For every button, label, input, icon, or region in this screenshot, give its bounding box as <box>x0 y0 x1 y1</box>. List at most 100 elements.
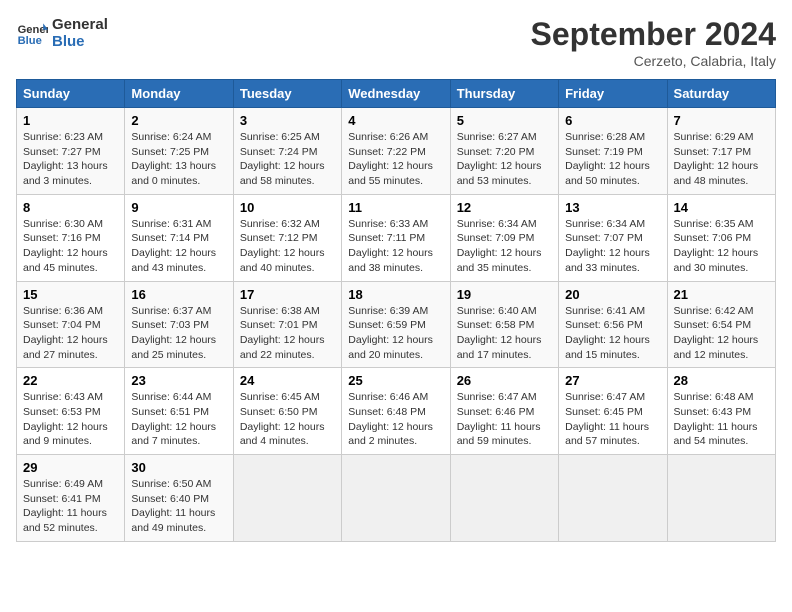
logo-icon: General Blue <box>16 17 48 49</box>
col-header-friday: Friday <box>559 80 667 108</box>
day-number: 5 <box>457 113 552 128</box>
col-header-thursday: Thursday <box>450 80 558 108</box>
day-detail: Sunrise: 6:33 AMSunset: 7:11 PMDaylight:… <box>348 217 443 276</box>
day-number: 16 <box>131 287 226 302</box>
day-detail: Sunrise: 6:38 AMSunset: 7:01 PMDaylight:… <box>240 304 335 363</box>
day-number: 27 <box>565 373 660 388</box>
day-number: 7 <box>674 113 769 128</box>
day-number: 26 <box>457 373 552 388</box>
calendar-cell: 2 Sunrise: 6:24 AMSunset: 7:25 PMDaylight… <box>125 108 233 195</box>
calendar-cell: 16Sunrise: 6:37 AMSunset: 7:03 PMDayligh… <box>125 281 233 368</box>
calendar-cell: 17 Sunrise: 6:38 AMSunset: 7:01 PMDayligh… <box>233 281 341 368</box>
day-number: 23 <box>131 373 226 388</box>
calendar-cell: 21 Sunrise: 6:42 AMSunset: 6:54 PMDayligh… <box>667 281 775 368</box>
calendar-cell <box>559 455 667 542</box>
calendar-cell: 6Sunrise: 6:28 AMSunset: 7:19 PMDaylight… <box>559 108 667 195</box>
day-detail: Sunrise: 6:29 AMSunset: 7:17 PMDaylight:… <box>674 130 769 189</box>
week-row: 1 Sunrise: 6:23 AMSunset: 7:27 PMDaylight… <box>17 108 776 195</box>
day-number: 15 <box>23 287 118 302</box>
day-detail: Sunrise: 6:39 AMSunset: 6:59 PMDaylight:… <box>348 304 443 363</box>
col-header-monday: Monday <box>125 80 233 108</box>
calendar-table: SundayMondayTuesdayWednesdayThursdayFrid… <box>16 79 776 542</box>
calendar-cell <box>342 455 450 542</box>
calendar-cell: 11 Sunrise: 6:33 AMSunset: 7:11 PMDayligh… <box>342 194 450 281</box>
day-detail: Sunrise: 6:47 AMSunset: 6:46 PMDaylight:… <box>457 390 552 449</box>
calendar-cell: 26 Sunrise: 6:47 AMSunset: 6:46 PMDayligh… <box>450 368 558 455</box>
day-detail: Sunrise: 6:45 AMSunset: 6:50 PMDaylight:… <box>240 390 335 449</box>
day-number: 10 <box>240 200 335 215</box>
calendar-cell: 1 Sunrise: 6:23 AMSunset: 7:27 PMDaylight… <box>17 108 125 195</box>
day-detail: Sunrise: 6:41 AMSunset: 6:56 PMDaylight:… <box>565 304 660 363</box>
calendar-cell: 24 Sunrise: 6:45 AMSunset: 6:50 PMDayligh… <box>233 368 341 455</box>
calendar-cell: 20 Sunrise: 6:41 AMSunset: 6:56 PMDayligh… <box>559 281 667 368</box>
calendar-cell: 23 Sunrise: 6:44 AMSunset: 6:51 PMDayligh… <box>125 368 233 455</box>
day-number: 21 <box>674 287 769 302</box>
day-detail: Sunrise: 6:48 AMSunset: 6:43 PMDaylight:… <box>674 390 769 449</box>
day-number: 3 <box>240 113 335 128</box>
day-detail: Sunrise: 6:31 AMSunset: 7:14 PMDaylight:… <box>131 217 226 276</box>
logo-general: General <box>52 16 108 33</box>
col-header-wednesday: Wednesday <box>342 80 450 108</box>
day-number: 4 <box>348 113 443 128</box>
day-number: 17 <box>240 287 335 302</box>
day-number: 11 <box>348 200 443 215</box>
day-detail: Sunrise: 6:23 AMSunset: 7:27 PMDaylight:… <box>23 130 118 189</box>
day-number: 12 <box>457 200 552 215</box>
day-detail: Sunrise: 6:32 AMSunset: 7:12 PMDaylight:… <box>240 217 335 276</box>
day-detail: Sunrise: 6:42 AMSunset: 6:54 PMDaylight:… <box>674 304 769 363</box>
day-number: 9 <box>131 200 226 215</box>
day-number: 28 <box>674 373 769 388</box>
calendar-cell: 9 Sunrise: 6:31 AMSunset: 7:14 PMDaylight… <box>125 194 233 281</box>
day-detail: Sunrise: 6:43 AMSunset: 6:53 PMDaylight:… <box>23 390 118 449</box>
calendar-cell <box>233 455 341 542</box>
calendar-cell: 25Sunrise: 6:46 AMSunset: 6:48 PMDayligh… <box>342 368 450 455</box>
calendar-cell <box>667 455 775 542</box>
day-detail: Sunrise: 6:28 AMSunset: 7:19 PMDaylight:… <box>565 130 660 189</box>
location: Cerzeto, Calabria, Italy <box>531 53 776 69</box>
calendar-cell: 4 Sunrise: 6:26 AMSunset: 7:22 PMDaylight… <box>342 108 450 195</box>
week-row: 8Sunrise: 6:30 AMSunset: 7:16 PMDaylight… <box>17 194 776 281</box>
day-detail: Sunrise: 6:36 AMSunset: 7:04 PMDaylight:… <box>23 304 118 363</box>
calendar-cell: 28 Sunrise: 6:48 AMSunset: 6:43 PMDayligh… <box>667 368 775 455</box>
calendar-cell: 13Sunrise: 6:34 AMSunset: 7:07 PMDayligh… <box>559 194 667 281</box>
week-row: 15 Sunrise: 6:36 AMSunset: 7:04 PMDayligh… <box>17 281 776 368</box>
calendar-cell: 15 Sunrise: 6:36 AMSunset: 7:04 PMDayligh… <box>17 281 125 368</box>
day-number: 24 <box>240 373 335 388</box>
day-detail: Sunrise: 6:40 AMSunset: 6:58 PMDaylight:… <box>457 304 552 363</box>
page-header: General Blue General Blue September 2024… <box>16 16 776 69</box>
calendar-cell: 3Sunrise: 6:25 AMSunset: 7:24 PMDaylight… <box>233 108 341 195</box>
week-row: 22Sunrise: 6:43 AMSunset: 6:53 PMDayligh… <box>17 368 776 455</box>
calendar-cell: 7 Sunrise: 6:29 AMSunset: 7:17 PMDaylight… <box>667 108 775 195</box>
logo-blue: Blue <box>52 33 108 50</box>
day-detail: Sunrise: 6:24 AMSunset: 7:25 PMDaylight:… <box>131 130 226 189</box>
calendar-cell: 22Sunrise: 6:43 AMSunset: 6:53 PMDayligh… <box>17 368 125 455</box>
day-number: 1 <box>23 113 118 128</box>
calendar-cell: 14Sunrise: 6:35 AMSunset: 7:06 PMDayligh… <box>667 194 775 281</box>
header-row: SundayMondayTuesdayWednesdayThursdayFrid… <box>17 80 776 108</box>
day-number: 20 <box>565 287 660 302</box>
day-detail: Sunrise: 6:49 AMSunset: 6:41 PMDaylight:… <box>23 477 118 536</box>
day-number: 18 <box>348 287 443 302</box>
col-header-tuesday: Tuesday <box>233 80 341 108</box>
calendar-cell: 30 Sunrise: 6:50 AMSunset: 6:40 PMDayligh… <box>125 455 233 542</box>
day-number: 2 <box>131 113 226 128</box>
day-detail: Sunrise: 6:34 AMSunset: 7:07 PMDaylight:… <box>565 217 660 276</box>
day-detail: Sunrise: 6:44 AMSunset: 6:51 PMDaylight:… <box>131 390 226 449</box>
day-detail: Sunrise: 6:50 AMSunset: 6:40 PMDaylight:… <box>131 477 226 536</box>
day-detail: Sunrise: 6:26 AMSunset: 7:22 PMDaylight:… <box>348 130 443 189</box>
svg-text:Blue: Blue <box>18 35 42 47</box>
calendar-cell: 19 Sunrise: 6:40 AMSunset: 6:58 PMDayligh… <box>450 281 558 368</box>
day-number: 30 <box>131 460 226 475</box>
day-detail: Sunrise: 6:47 AMSunset: 6:45 PMDaylight:… <box>565 390 660 449</box>
col-header-saturday: Saturday <box>667 80 775 108</box>
day-detail: Sunrise: 6:30 AMSunset: 7:16 PMDaylight:… <box>23 217 118 276</box>
day-number: 29 <box>23 460 118 475</box>
month-title: September 2024 <box>531 16 776 53</box>
col-header-sunday: Sunday <box>17 80 125 108</box>
calendar-cell: 12Sunrise: 6:34 AMSunset: 7:09 PMDayligh… <box>450 194 558 281</box>
day-number: 19 <box>457 287 552 302</box>
calendar-cell: 8Sunrise: 6:30 AMSunset: 7:16 PMDaylight… <box>17 194 125 281</box>
title-block: September 2024 Cerzeto, Calabria, Italy <box>531 16 776 69</box>
calendar-cell: 10 Sunrise: 6:32 AMSunset: 7:12 PMDayligh… <box>233 194 341 281</box>
day-number: 14 <box>674 200 769 215</box>
